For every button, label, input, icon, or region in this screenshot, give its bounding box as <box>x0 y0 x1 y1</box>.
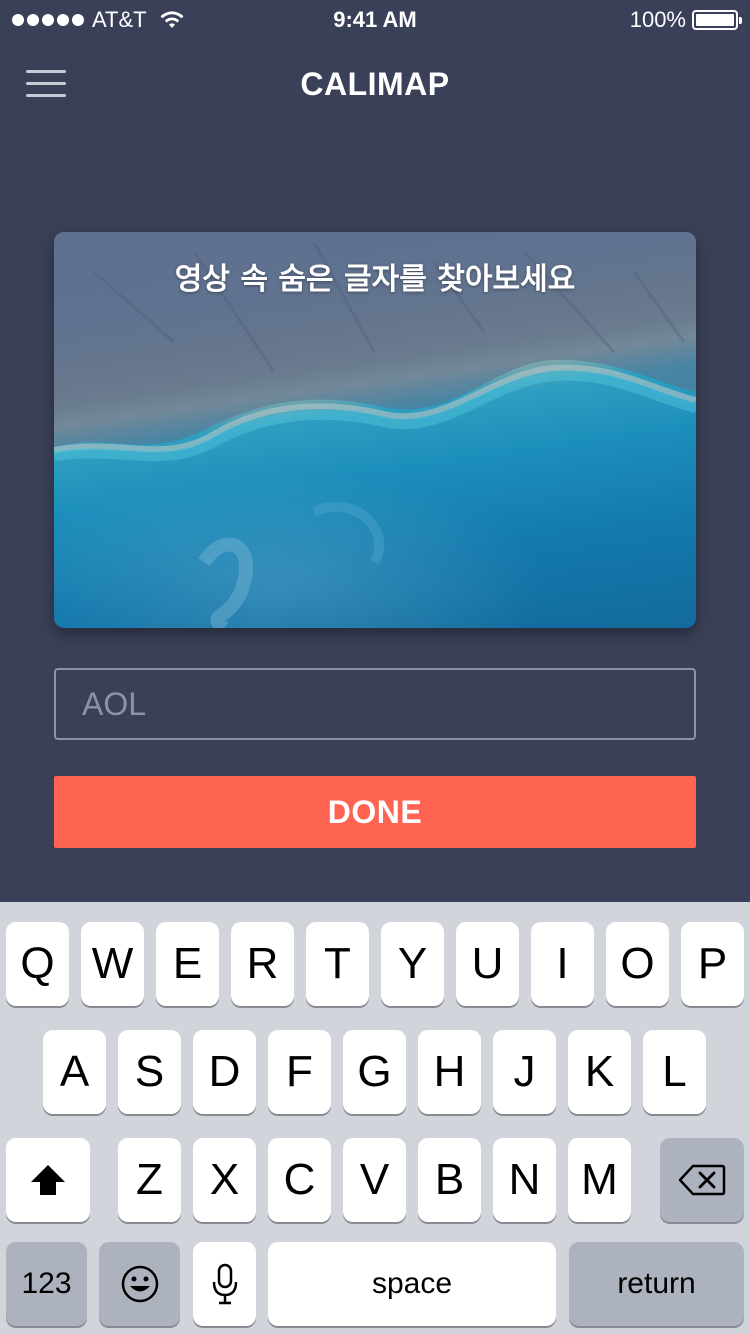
emoji-icon <box>121 1265 158 1303</box>
key-a[interactable]: A <box>43 1030 106 1114</box>
delete-key[interactable] <box>660 1138 744 1222</box>
key-x[interactable]: X <box>193 1138 256 1222</box>
shift-arrow-icon <box>31 1165 65 1195</box>
return-key[interactable]: return <box>569 1242 744 1326</box>
key-d[interactable]: D <box>193 1030 256 1114</box>
key-l[interactable]: L <box>643 1030 706 1114</box>
key-g[interactable]: G <box>343 1030 406 1114</box>
key-j[interactable]: J <box>493 1030 556 1114</box>
battery-icon <box>692 10 742 30</box>
shift-key[interactable] <box>6 1138 90 1222</box>
key-o[interactable]: O <box>606 922 669 1006</box>
key-m[interactable]: M <box>568 1138 631 1222</box>
numbers-key[interactable]: 123 <box>6 1242 87 1326</box>
backspace-icon <box>678 1164 726 1196</box>
key-w[interactable]: W <box>81 922 144 1006</box>
emoji-key[interactable] <box>99 1242 180 1326</box>
card-caption: 영상 속 숨은 글자를 찾아보세요 <box>174 262 576 297</box>
puzzle-image-card: 영상 속 숨은 글자를 찾아보세요 <box>54 232 696 628</box>
key-v[interactable]: V <box>343 1138 406 1222</box>
key-r[interactable]: R <box>231 922 294 1006</box>
key-s[interactable]: S <box>118 1030 181 1114</box>
key-q[interactable]: Q <box>6 922 69 1006</box>
answer-input[interactable] <box>54 668 696 740</box>
key-f[interactable]: F <box>268 1030 331 1114</box>
key-z[interactable]: Z <box>118 1138 181 1222</box>
key-h[interactable]: H <box>418 1030 481 1114</box>
done-button[interactable]: DONE <box>54 776 696 848</box>
key-p[interactable]: P <box>681 922 744 1006</box>
key-t[interactable]: T <box>306 922 369 1006</box>
key-y[interactable]: Y <box>381 922 444 1006</box>
key-k[interactable]: K <box>568 1030 631 1114</box>
key-e[interactable]: E <box>156 922 219 1006</box>
keyboard: Q W E R T Y U I O P A S D F G H J K L Z … <box>0 902 750 1334</box>
battery-percent: 100% <box>629 7 686 32</box>
key-c[interactable]: C <box>268 1138 331 1222</box>
status-bar: AT&T 9:41 AM 100% <box>0 0 750 40</box>
microphone-icon <box>212 1263 237 1305</box>
key-i[interactable]: I <box>531 922 594 1006</box>
status-right: 100% <box>629 7 742 32</box>
app-title: CALIMAP <box>300 66 450 102</box>
key-n[interactable]: N <box>493 1138 556 1222</box>
microphone-key[interactable] <box>193 1242 256 1326</box>
space-key[interactable]: space <box>268 1242 556 1326</box>
nav-bar: CALIMAP <box>0 40 750 128</box>
key-b[interactable]: B <box>418 1138 481 1222</box>
key-u[interactable]: U <box>456 922 519 1006</box>
